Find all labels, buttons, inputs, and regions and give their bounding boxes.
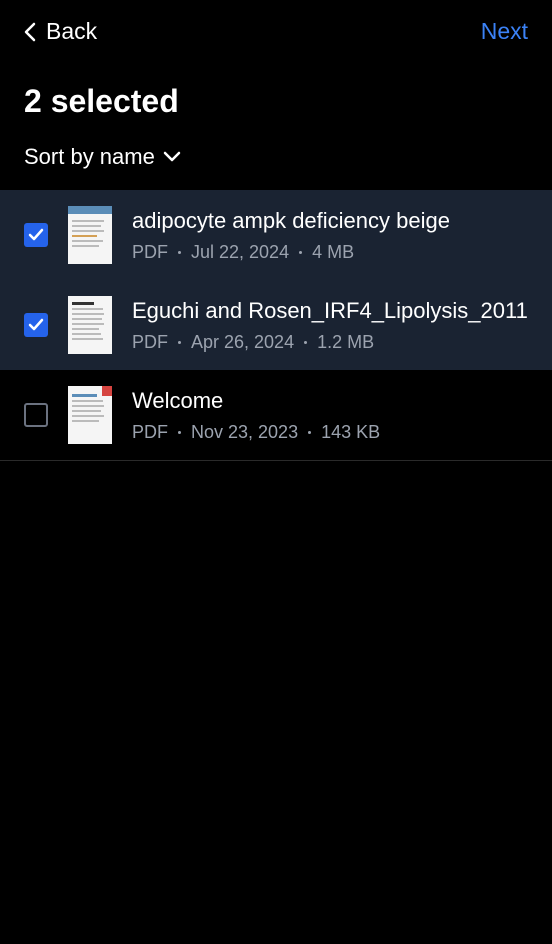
back-button[interactable]: Back	[24, 18, 97, 45]
file-thumbnail	[68, 296, 112, 354]
checkbox-unchecked[interactable]	[24, 403, 48, 427]
header: Back Next	[0, 0, 552, 63]
dot-separator	[178, 341, 181, 344]
sort-label: Sort by name	[24, 144, 155, 170]
file-size: 143 KB	[321, 422, 380, 443]
file-item[interactable]: Welcome PDF Nov 23, 2023 143 KB	[0, 370, 552, 461]
dot-separator	[178, 431, 181, 434]
back-label: Back	[46, 18, 97, 45]
file-meta: PDF Jul 22, 2024 4 MB	[132, 242, 528, 263]
sort-button[interactable]: Sort by name	[0, 136, 552, 190]
file-date: Jul 22, 2024	[191, 242, 289, 263]
file-type: PDF	[132, 332, 168, 353]
file-info: adipocyte ampk deficiency beige PDF Jul …	[132, 207, 528, 263]
dot-separator	[299, 251, 302, 254]
file-info: Welcome PDF Nov 23, 2023 143 KB	[132, 387, 528, 443]
file-size: 1.2 MB	[317, 332, 374, 353]
page-title: 2 selected	[0, 63, 552, 136]
chevron-down-icon	[163, 151, 181, 163]
file-type: PDF	[132, 242, 168, 263]
check-icon	[28, 318, 44, 332]
file-name: Eguchi and Rosen_IRF4_Lipolysis_2011	[132, 297, 528, 326]
file-item[interactable]: adipocyte ampk deficiency beige PDF Jul …	[0, 190, 552, 280]
file-name: Welcome	[132, 387, 528, 416]
checkbox-checked[interactable]	[24, 313, 48, 337]
dot-separator	[304, 341, 307, 344]
file-meta: PDF Apr 26, 2024 1.2 MB	[132, 332, 528, 353]
file-name: adipocyte ampk deficiency beige	[132, 207, 528, 236]
checkbox-checked[interactable]	[24, 223, 48, 247]
file-meta: PDF Nov 23, 2023 143 KB	[132, 422, 528, 443]
file-list: adipocyte ampk deficiency beige PDF Jul …	[0, 190, 552, 461]
file-item[interactable]: Eguchi and Rosen_IRF4_Lipolysis_2011 PDF…	[0, 280, 552, 370]
chevron-left-icon	[24, 22, 36, 42]
file-type: PDF	[132, 422, 168, 443]
check-icon	[28, 228, 44, 242]
file-thumbnail	[68, 206, 112, 264]
file-size: 4 MB	[312, 242, 354, 263]
dot-separator	[178, 251, 181, 254]
file-date: Apr 26, 2024	[191, 332, 294, 353]
dot-separator	[308, 431, 311, 434]
file-info: Eguchi and Rosen_IRF4_Lipolysis_2011 PDF…	[132, 297, 528, 353]
file-date: Nov 23, 2023	[191, 422, 298, 443]
file-thumbnail	[68, 386, 112, 444]
next-button[interactable]: Next	[481, 18, 528, 45]
